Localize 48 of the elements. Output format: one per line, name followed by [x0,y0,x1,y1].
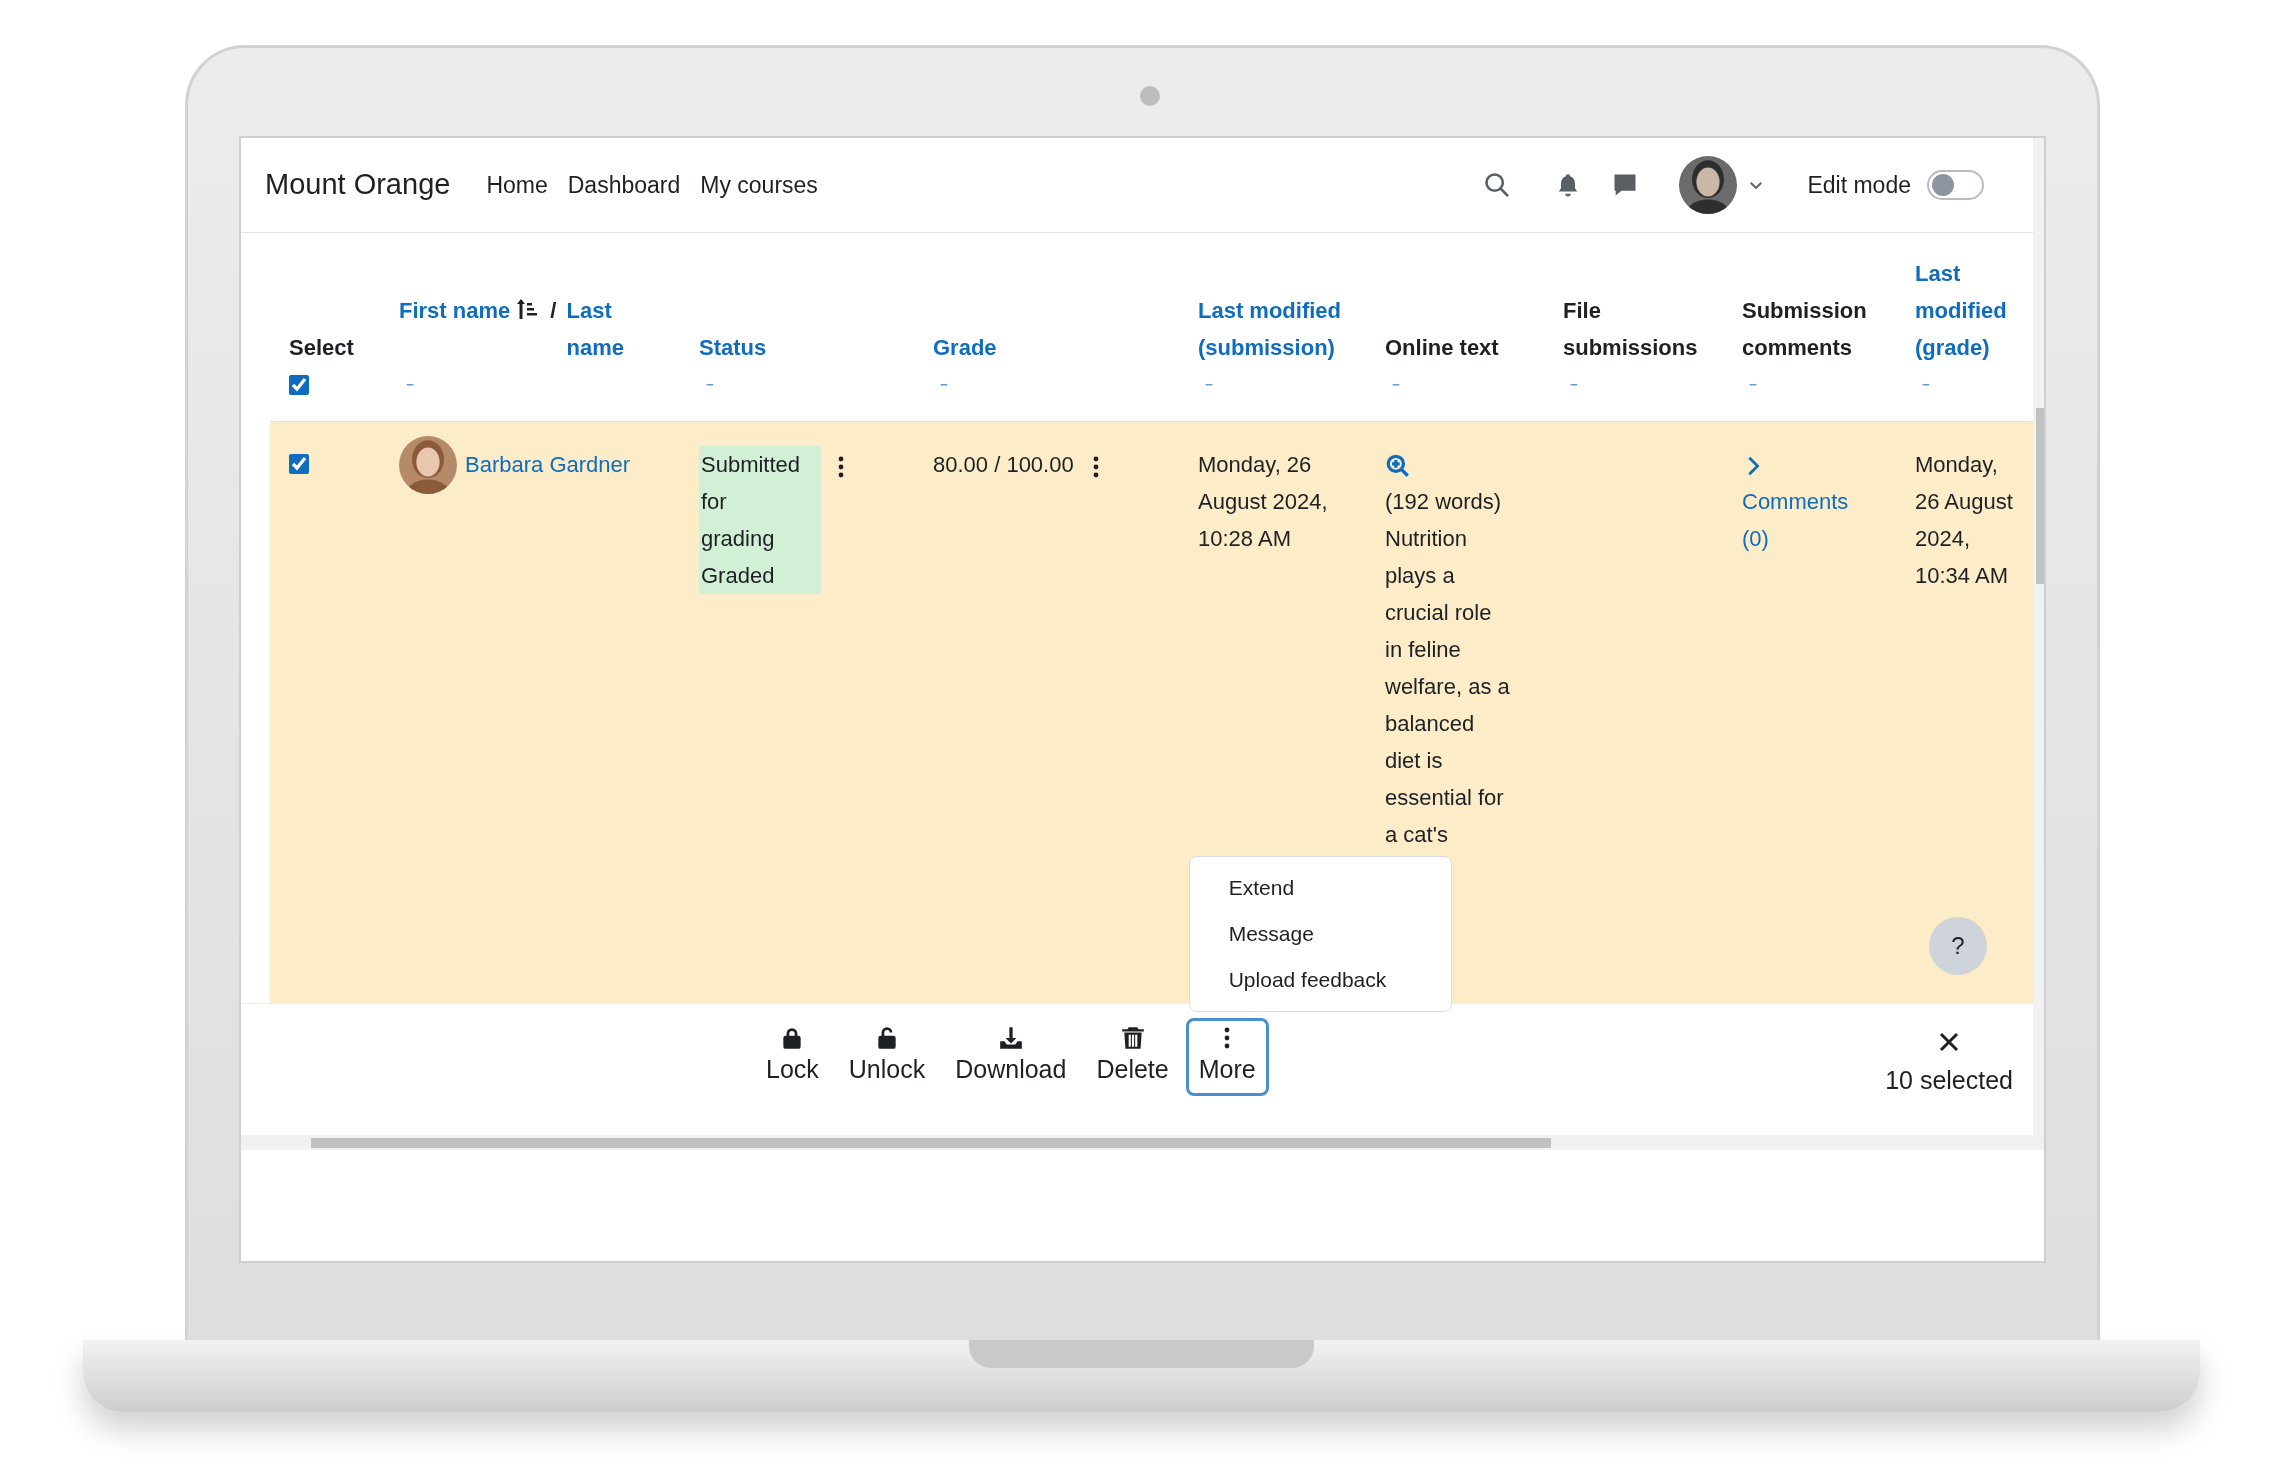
sort-link[interactable]: Status [699,329,902,366]
zoom-in-icon[interactable] [1385,453,1411,480]
menu-item[interactable]: Extend [1189,865,1451,911]
nav-link[interactable]: Dashboard [567,167,681,203]
comments-link[interactable]: Comments (0) [1742,483,1856,557]
search-icon[interactable] [1483,171,1512,199]
action-button[interactable]: Delete [1083,1018,1182,1096]
status-label: Submitted for grading [699,446,821,557]
kebab-menu-icon[interactable] [1091,454,1100,480]
student-name-link[interactable]: Barbara Gardner [465,446,631,483]
vertical-scrollbar[interactable] [2033,138,2044,1135]
edit-mode-toggle[interactable] [1927,170,1984,200]
row-checkbox[interactable] [289,454,309,474]
edit-mode-label: Edit mode [1807,170,1911,200]
horizontal-scrollbar[interactable] [241,1135,2044,1150]
separator: / [550,298,557,323]
nav-link[interactable]: Home [486,167,548,203]
action-button[interactable]: More [1185,1018,1269,1096]
kebab-icon [1223,1025,1232,1051]
camera-dot [1140,86,1160,106]
kebab-menu-icon[interactable] [837,454,845,480]
selection-count: 10 selected [1885,1065,2013,1096]
date-text: Monday, 26 August 2024, 10:28 AM [1198,451,1329,553]
status-label: Graded [699,557,821,594]
menu-item[interactable]: Upload feedback [1189,957,1451,1003]
download-icon [997,1025,1024,1051]
sort-link[interactable]: Last modified (grade) [1915,255,2015,366]
date-text: Monday, 26 August 2024, 10:34 AM [1915,451,2014,590]
action-button[interactable]: Unlock [835,1018,939,1096]
scrollbar-thumb[interactable] [2036,408,2044,584]
site-name[interactable]: Mount Orange [265,163,451,207]
trash-icon [1119,1025,1146,1051]
scrollbar-thumb[interactable] [311,1138,1551,1148]
sort-link[interactable]: Grade [933,329,1167,366]
action-button[interactable]: Lock [753,1018,832,1096]
select-all-checkbox[interactable] [289,374,309,395]
sort-link[interactable]: Last modified (submission) [1198,292,1348,366]
online-text: (192 words) Nutrition plays a crucial role in feline welfare, as a balanced diet is essential for a cat's [1385,488,1511,849]
menu-item[interactable]: Message [1189,911,1451,957]
column-header: Select [289,335,354,360]
column-header: File submissions [1563,297,1699,362]
sort-link[interactable]: First name [399,298,511,323]
sort-link[interactable]: Last name [566,292,623,366]
column-header: Online text [1385,334,1500,362]
nav-link[interactable]: My courses [700,167,818,203]
grade-value: 80.00 / 100.00 [933,451,1074,479]
action-button[interactable]: Download [942,1018,1080,1096]
column-header: Submission comments [1742,297,1868,362]
